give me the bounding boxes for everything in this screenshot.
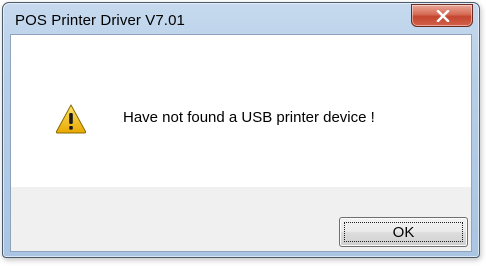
- close-button[interactable]: [411, 4, 473, 27]
- message-area: Have not found a USB printer device !: [11, 35, 471, 187]
- title-bar[interactable]: POS Printer Driver V7.01: [3, 3, 479, 35]
- close-icon: [436, 10, 450, 22]
- dialog-window: POS Printer Driver V7.01 Have not found …: [2, 2, 480, 258]
- button-bar: OK: [11, 187, 471, 251]
- message-text: Have not found a USB printer device !: [123, 109, 375, 126]
- warning-icon: [55, 104, 87, 134]
- ok-button[interactable]: OK: [339, 217, 468, 247]
- window-title: POS Printer Driver V7.01: [15, 12, 185, 29]
- dialog-client-area: Have not found a USB printer device ! OK: [10, 34, 472, 252]
- ok-button-label: OK: [344, 222, 463, 242]
